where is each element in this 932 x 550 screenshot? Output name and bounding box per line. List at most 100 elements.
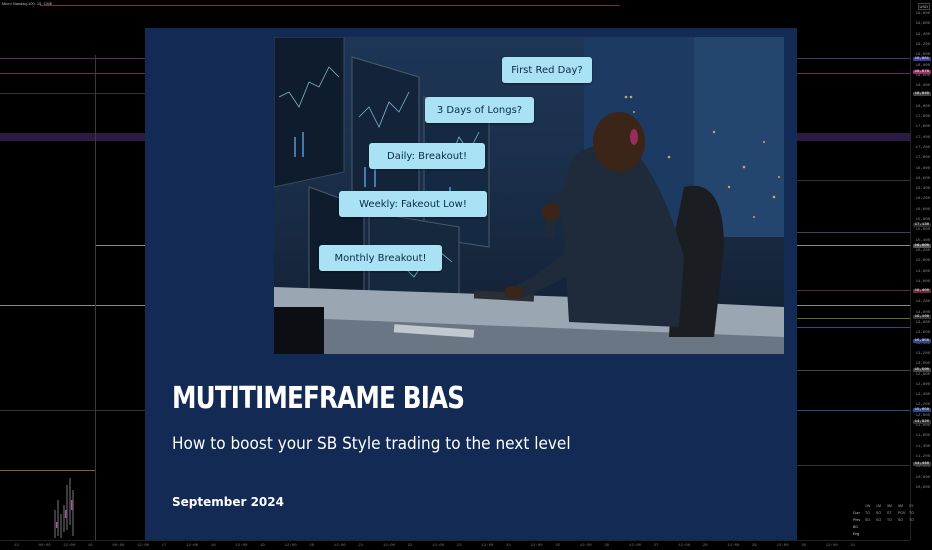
price-tick-label: 19,800 bbox=[915, 12, 930, 16]
price-tag: 18,640 bbox=[912, 92, 931, 96]
trader-photo: First Red Day? 3 Days of Longs? Daily: B… bbox=[274, 37, 784, 354]
price-tick-label: 18,000 bbox=[915, 104, 930, 109]
price-tick-label: 15,200 bbox=[915, 248, 930, 253]
price-tick-label: 16,200 bbox=[915, 197, 930, 202]
bias-stats-table: 1W 1M 3M 6M 1Y Curr TO SO ST POV TO Prev… bbox=[853, 502, 920, 537]
price-tag: 14,920 bbox=[912, 420, 931, 424]
table-row: Prev SO SO TO SO TO bbox=[853, 516, 920, 523]
price-candles bbox=[54, 478, 74, 538]
time-tick-label: 12:00 bbox=[383, 544, 396, 548]
table-cell: TO bbox=[909, 517, 914, 522]
time-tick-label: 12:00 bbox=[186, 544, 199, 548]
time-tick-label: 12:00 bbox=[284, 544, 297, 548]
bubble-monthly-breakout: Monthly Breakout! bbox=[319, 245, 442, 271]
time-tick-label: 19 bbox=[260, 544, 265, 548]
table-cell: SO bbox=[865, 517, 871, 522]
time-tick-label: 16 bbox=[87, 544, 93, 548]
price-tick-label: 13,600 bbox=[915, 331, 930, 336]
presentation-slide: First Red Day? 3 Days of Longs? Daily: B… bbox=[145, 28, 797, 540]
price-tick-label: 15,000 bbox=[915, 259, 930, 264]
column-header: 1W bbox=[865, 503, 871, 508]
time-tick-label: 00:00 bbox=[38, 544, 51, 548]
time-tick-label: 31 bbox=[850, 544, 856, 548]
price-tick-label: 12,400 bbox=[915, 393, 930, 398]
column-header: 1Y bbox=[909, 503, 914, 508]
price-tag: 17,130 bbox=[912, 223, 931, 227]
price-tick-label: 16,800 bbox=[915, 166, 930, 171]
time-tick-label: 27 bbox=[653, 544, 659, 548]
price-tick-label: 19,200 bbox=[915, 42, 930, 47]
bubble-daily-breakout: Daily: Breakout! bbox=[369, 143, 485, 169]
price-tag: 16,400 bbox=[912, 289, 931, 293]
level-line bbox=[40, 5, 620, 6]
table-cell: TO bbox=[865, 510, 870, 515]
price-tick-label: 19,400 bbox=[915, 32, 930, 37]
column-header: 1M bbox=[876, 503, 881, 508]
price-tick-label: 14,200 bbox=[915, 300, 930, 305]
price-tick-label: 18,400 bbox=[915, 84, 930, 89]
row-label: BO bbox=[853, 524, 859, 529]
time-tick-label: 22 bbox=[407, 544, 413, 548]
price-tick-label: 15,800 bbox=[915, 218, 930, 222]
level-line bbox=[797, 232, 910, 233]
level-line bbox=[0, 305, 145, 306]
table-cell: ST bbox=[887, 510, 892, 515]
price-tick-label: 13,200 bbox=[915, 351, 930, 356]
price-tick-label: 11,200 bbox=[915, 454, 930, 459]
time-tick-label: 12:00 bbox=[579, 544, 592, 548]
price-axis[interactable]: USD 19,800 19,600 19,400 19,200 19,000 18,800… bbox=[910, 0, 932, 540]
level-line bbox=[0, 93, 145, 94]
table-row: BO bbox=[853, 523, 920, 530]
level-line bbox=[797, 245, 910, 246]
time-tick-label: 12:00 bbox=[432, 544, 445, 548]
table-cell: TO bbox=[887, 517, 892, 522]
price-tick-label: 17,400 bbox=[915, 135, 930, 140]
price-tick-label: 10,800 bbox=[915, 475, 930, 480]
session-divider bbox=[95, 55, 96, 540]
price-tick-label: 15,600 bbox=[915, 228, 930, 233]
level-line bbox=[95, 245, 145, 246]
slide-date: September 2024 bbox=[172, 495, 284, 509]
price-tag: 18,981 bbox=[912, 57, 931, 61]
time-tick-label: 12:00 bbox=[727, 544, 740, 548]
price-tick-label: 19,600 bbox=[915, 22, 930, 27]
price-tick-label: 11,400 bbox=[915, 444, 930, 449]
time-tick-label: 25 bbox=[555, 544, 560, 548]
level-line bbox=[0, 58, 145, 59]
level-line bbox=[797, 305, 910, 306]
price-tick-label: 14,800 bbox=[915, 269, 930, 274]
level-line bbox=[797, 370, 910, 371]
price-tick-label: 17,800 bbox=[915, 115, 930, 119]
highlight-band bbox=[0, 133, 145, 141]
time-tick-label: 26 bbox=[604, 544, 610, 548]
price-tick-label: 17,200 bbox=[915, 145, 930, 150]
currency-label[interactable]: USD bbox=[917, 3, 930, 10]
level-line bbox=[0, 410, 145, 411]
time-tick-label: 12:00 bbox=[825, 544, 838, 548]
table-row: Eng bbox=[853, 530, 920, 537]
time-tick-label: 23 bbox=[456, 544, 462, 548]
time-tick-label: 12:00 bbox=[776, 544, 789, 548]
table-cell: SO bbox=[876, 517, 882, 522]
highlight-band bbox=[797, 133, 910, 141]
level-line bbox=[0, 73, 145, 74]
price-tag: 16,900 bbox=[912, 244, 931, 248]
price-tick-label: 13,000 bbox=[915, 362, 930, 367]
time-tick-label: 30 bbox=[801, 544, 806, 548]
slide-title: MUTITIMEFRAME BIAS bbox=[172, 381, 465, 416]
level-line bbox=[797, 318, 910, 319]
time-tick-label: 12:00 bbox=[333, 544, 346, 548]
price-tick-label: 14,600 bbox=[915, 279, 930, 284]
time-axis[interactable]: 13 00:00 12:00 16 00:00 12:00 17 12:00 18 12:00 19… bbox=[0, 540, 910, 550]
time-tick-label: 12:00 bbox=[137, 544, 150, 548]
time-tick-label: 29 bbox=[752, 544, 757, 548]
level-line bbox=[797, 410, 910, 411]
price-tag: 15,050 bbox=[912, 408, 931, 412]
time-tick-label: 13 bbox=[14, 544, 19, 548]
price-tick-label: 18,800 bbox=[915, 63, 930, 68]
time-tick-label: 17 bbox=[161, 544, 167, 548]
price-tag: 15,500 bbox=[912, 368, 931, 372]
time-tick-label: 18 bbox=[210, 544, 216, 548]
chart-header: Micro Nasdaq-100, 15, CME bbox=[0, 0, 910, 8]
price-tick-label: 12,000 bbox=[915, 413, 930, 418]
